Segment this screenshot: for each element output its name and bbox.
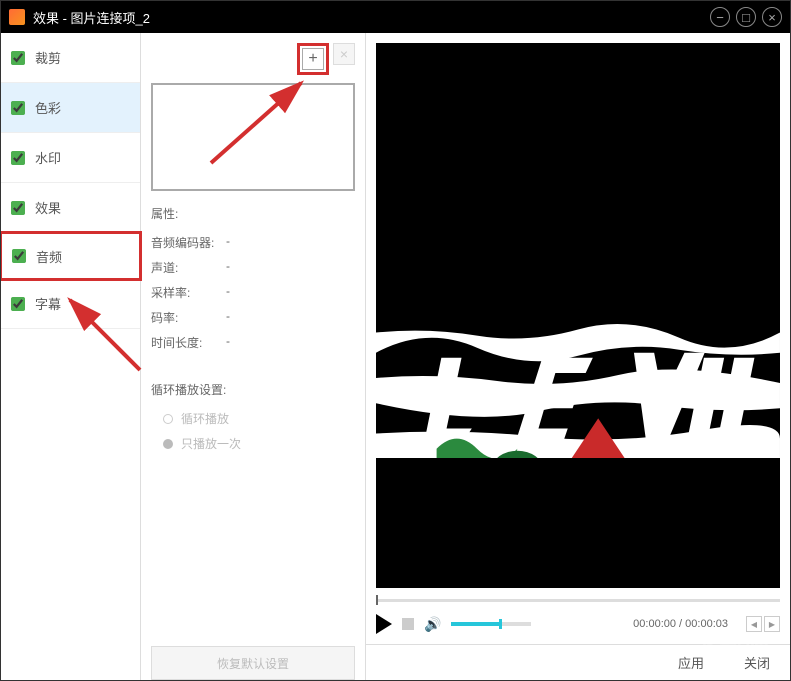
sidebar: 裁剪 色彩 水印 效果 音频 字幕 <box>1 33 141 680</box>
delete-button[interactable]: × <box>333 43 355 65</box>
prop-bitrate: 码率: - <box>151 305 355 330</box>
add-button[interactable]: + <box>302 48 324 70</box>
sidebar-item-label: 字幕 <box>35 294 61 313</box>
audio-checkbox[interactable] <box>12 249 26 263</box>
app-icon <box>9 9 25 25</box>
volume-icon[interactable]: 🔊 <box>424 616 441 633</box>
props-label: 属性: <box>151 205 355 222</box>
sidebar-item-color[interactable]: 色彩 <box>1 83 140 133</box>
video-panel: 🔊 00:00:00 / 00:00:03 ◀ ▶ 应用 关闭 下载吧 <box>366 33 790 680</box>
restore-defaults-button[interactable]: 恢复默认设置 <box>151 646 355 680</box>
loop-option-once[interactable]: 只播放一次 <box>151 431 355 456</box>
color-checkbox[interactable] <box>11 101 25 115</box>
prop-encoder: 音频编码器: - <box>151 230 355 255</box>
effect-checkbox[interactable] <box>11 201 25 215</box>
sidebar-item-effect[interactable]: 效果 <box>1 183 140 233</box>
sidebar-item-subtitle[interactable]: 字幕 <box>1 279 140 329</box>
prop-duration: 时间长度: - <box>151 330 355 355</box>
watermark-text: 下载吧 <box>693 626 771 661</box>
video-preview[interactable] <box>376 43 780 588</box>
sidebar-item-label: 水印 <box>35 148 61 167</box>
stop-button[interactable] <box>402 618 414 630</box>
sidebar-item-label: 效果 <box>35 198 61 217</box>
titlebar: 效果 - 图片连接项_2 − □ × <box>1 1 790 33</box>
play-button[interactable] <box>376 614 392 634</box>
subtitle-checkbox[interactable] <box>11 297 25 311</box>
radio-icon <box>163 439 173 449</box>
sidebar-item-audio[interactable]: 音频 <box>1 231 142 281</box>
video-frame-content <box>376 176 780 459</box>
sidebar-item-label: 裁剪 <box>35 48 61 67</box>
radio-icon <box>163 414 173 424</box>
minimize-button[interactable]: − <box>710 7 730 27</box>
prop-channel: 声道: - <box>151 255 355 280</box>
prop-samplerate: 采样率: - <box>151 280 355 305</box>
window-title: 效果 - 图片连接项_2 <box>33 8 710 27</box>
close-button[interactable]: × <box>762 7 782 27</box>
seek-bar[interactable] <box>376 596 780 604</box>
loop-option-repeat[interactable]: 循环播放 <box>151 406 355 431</box>
audio-preview-box[interactable] <box>151 83 355 191</box>
volume-slider[interactable] <box>451 622 531 626</box>
middle-panel: + × 属性: 音频编码器: - 声道: - 采样率: - <box>141 33 366 680</box>
loop-label: 循环播放设置: <box>151 381 355 398</box>
sidebar-item-label: 音频 <box>36 247 62 266</box>
watermark-checkbox[interactable] <box>11 151 25 165</box>
crop-checkbox[interactable] <box>11 51 25 65</box>
sidebar-item-label: 色彩 <box>35 98 61 117</box>
maximize-button[interactable]: □ <box>736 7 756 27</box>
sidebar-item-watermark[interactable]: 水印 <box>1 133 140 183</box>
sidebar-item-crop[interactable]: 裁剪 <box>1 33 140 83</box>
